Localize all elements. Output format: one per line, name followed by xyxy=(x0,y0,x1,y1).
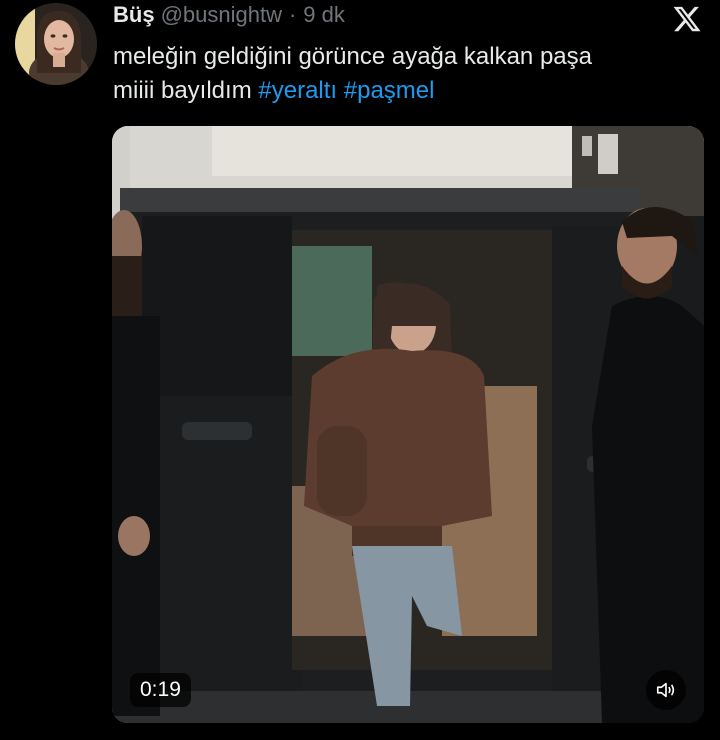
header-separator: · xyxy=(288,2,297,27)
speaker-muted-icon xyxy=(656,682,675,698)
author-name[interactable]: Büş xyxy=(113,2,155,28)
video-frame xyxy=(112,126,704,723)
tweet-header: Büş @busnightw · 9 dk xyxy=(113,0,345,30)
tweet-text-line-1: meleğin geldiğini görünce ayağa kalkan p… xyxy=(113,43,592,70)
hashtag-link[interactable]: #paşmel xyxy=(344,77,435,104)
tweet-time[interactable]: 9 dk xyxy=(303,2,345,28)
hashtag-link[interactable]: #yeraltı xyxy=(258,77,337,104)
tweet-text: meleğin geldiğini görünce ayağa kalkan p… xyxy=(113,40,703,108)
author-avatar[interactable] xyxy=(15,3,97,85)
tweet-text-prefix: miiii bayıldım xyxy=(113,77,252,104)
author-handle[interactable]: @busnightw xyxy=(161,2,282,28)
x-logo-icon xyxy=(672,4,702,34)
tweet-text-line-2: miiii bayıldım #yeraltı #paşmel xyxy=(113,74,703,108)
volume-toggle-button[interactable] xyxy=(646,670,686,710)
video-player[interactable]: 0:19 xyxy=(112,126,704,723)
video-timestamp: 0:19 xyxy=(130,673,191,707)
